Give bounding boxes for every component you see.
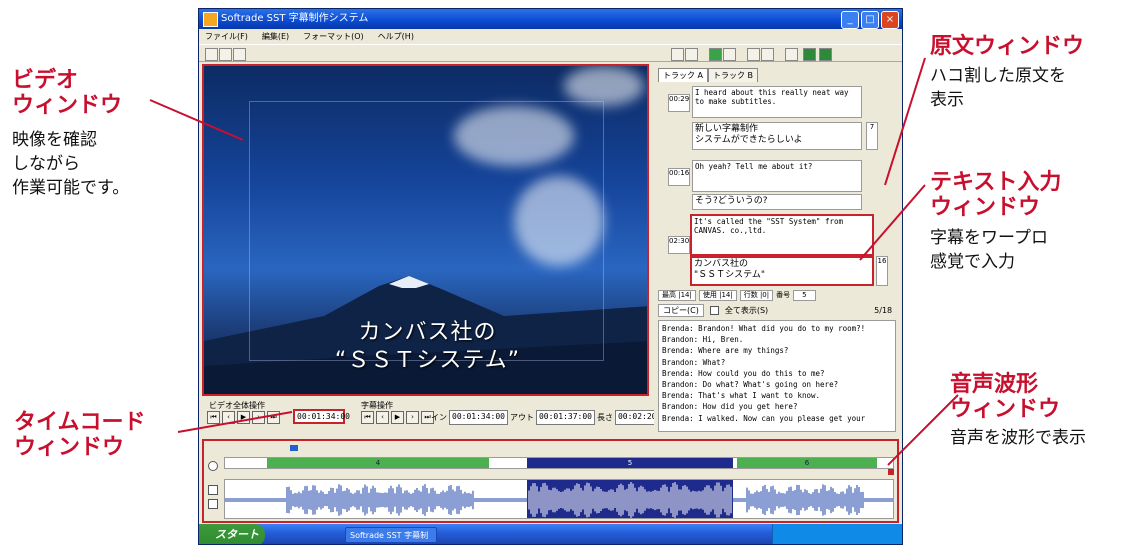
- audio-window-title: 音声波形 ウィンドウ: [950, 372, 1061, 422]
- source-window-title: 原文ウィンドウ: [930, 34, 1085, 59]
- timecode-pointer: [177, 411, 293, 433]
- source-window-desc: ハコ割した原文を 表示: [930, 66, 1066, 110]
- text-input-desc: 字幕をワープロ 感覚で入力: [930, 228, 1048, 272]
- text-input-title: テキスト入力 ウィンドウ: [930, 170, 1062, 220]
- timecode-window-title: タイムコード ウィンドウ: [14, 410, 146, 460]
- video-window-desc: 映像を確認 しながら 作業可能です。: [12, 130, 130, 198]
- video-pointer: [149, 99, 244, 141]
- video-window-title: ビデオ ウィンドウ: [12, 68, 123, 118]
- text-pointer: [859, 184, 926, 261]
- source-pointer: [884, 57, 926, 186]
- audio-window-desc: 音声を波形で表示: [950, 428, 1086, 448]
- audio-pointer: [887, 394, 959, 466]
